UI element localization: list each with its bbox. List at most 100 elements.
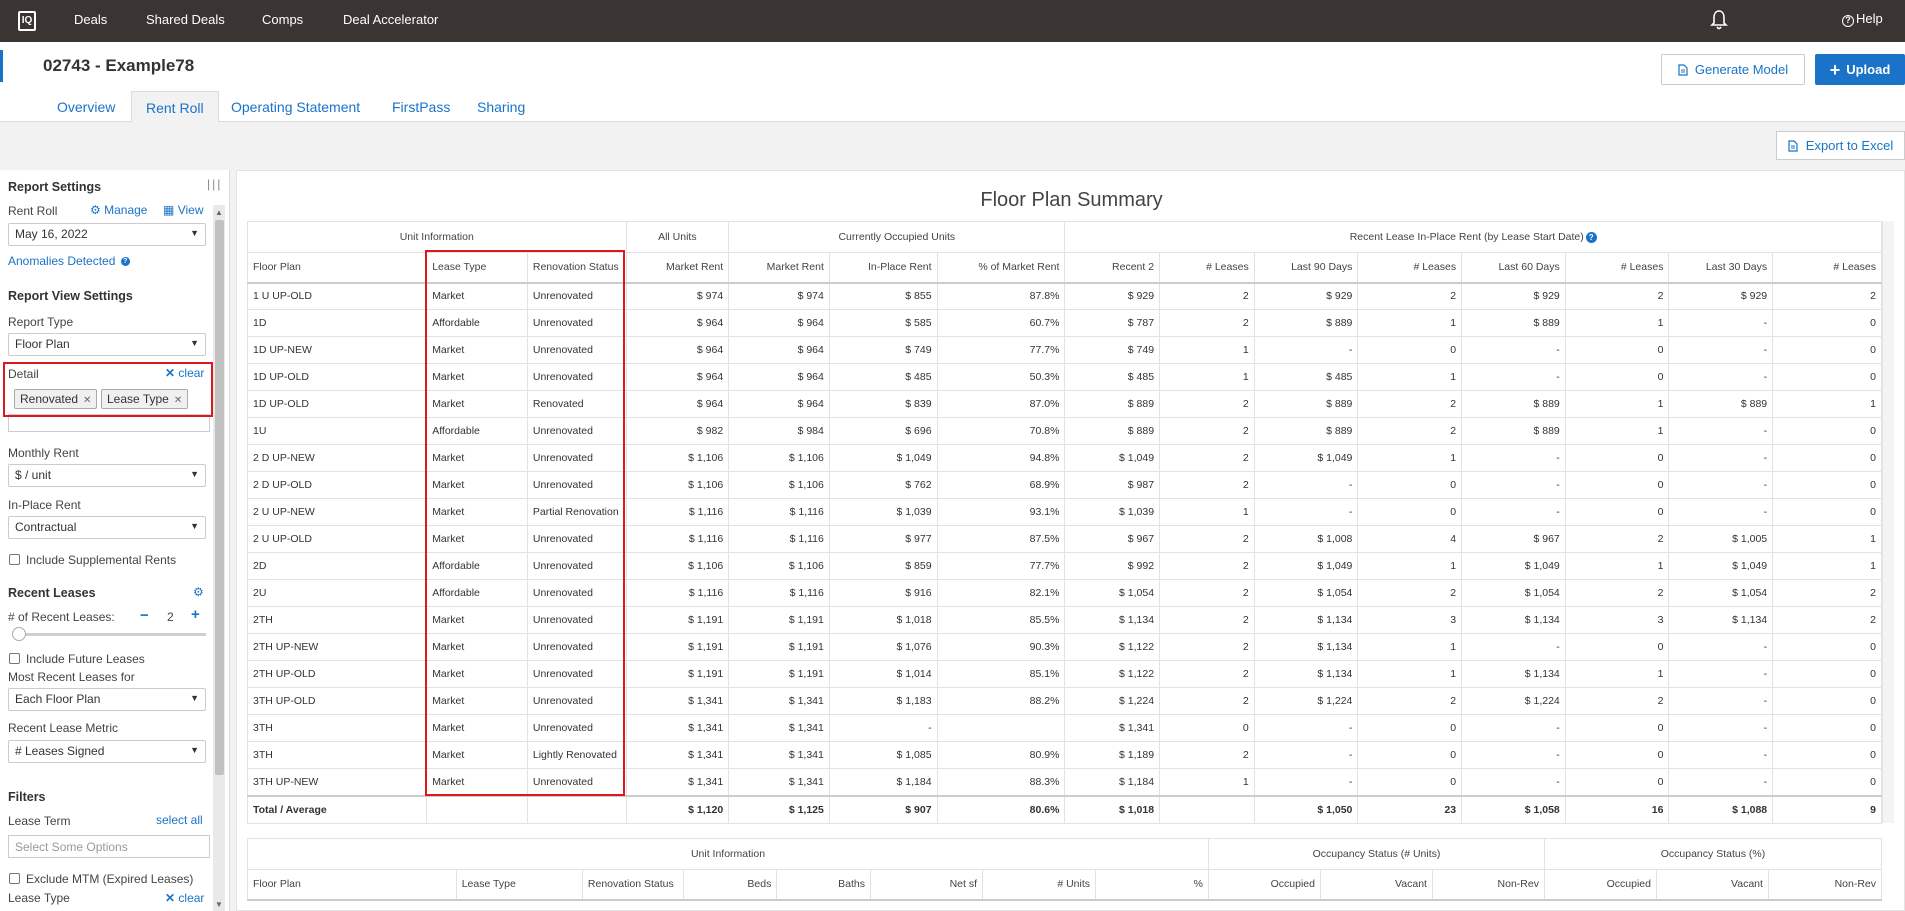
lease-type-clear-link[interactable]: ✕ clear <box>165 891 204 905</box>
include-future-label: Include Future Leases <box>26 652 145 666</box>
occupancy-col-header[interactable]: Baths <box>776 869 872 901</box>
col-last-90-header[interactable]: Last 90 Days <box>1253 252 1359 284</box>
gear-icon[interactable]: ⚙ <box>193 585 204 599</box>
col-last-60-header[interactable]: Last 60 Days <box>1461 252 1566 284</box>
nav-shared-deals[interactable]: Shared Deals <box>146 12 225 27</box>
recent-metric-select[interactable]: # Leases Signed ▼ <box>8 740 206 763</box>
upload-button[interactable]: + Upload <box>1815 54 1905 85</box>
col-floor-plan-cell: 1U <box>246 417 428 445</box>
report-type-select[interactable]: Floor Plan ▼ <box>8 333 206 356</box>
col-inplace-rent-header[interactable]: In-Place Rent <box>828 252 938 284</box>
scroll-down-icon[interactable]: ▼ <box>215 900 223 909</box>
sidebar-scrollbar-thumb[interactable] <box>215 220 224 775</box>
col-leases-cell: 2 <box>1159 282 1255 310</box>
occupancy-col-header[interactable]: Beds <box>682 869 778 901</box>
occupancy-col-header[interactable]: Non-Rev <box>1767 869 1883 901</box>
tab-sharing[interactable]: Sharing <box>463 91 539 123</box>
upload-label: Upload <box>1846 62 1891 77</box>
decrement-button[interactable]: − <box>140 607 149 624</box>
tab-operating-statement[interactable]: Operating Statement <box>217 91 374 123</box>
col-leases-30-cell: 1 <box>1772 525 1882 553</box>
scroll-up-icon[interactable]: ▲ <box>215 208 223 217</box>
col-recent-2-cell: $ 1,224 <box>1064 687 1161 715</box>
inplace-rent-select[interactable]: Contractual ▼ <box>8 516 206 539</box>
detail-tag-renovated[interactable]: Renovated ✕ <box>14 389 98 409</box>
recent-leases-slider-track[interactable] <box>12 633 206 636</box>
col-market-rent-all-cell: $ 1,341 <box>625 768 730 796</box>
col-leases-cell: 2 <box>1159 579 1255 607</box>
include-future-checkbox[interactable] <box>9 653 20 664</box>
generate-model-button[interactable]: Generate Model <box>1661 54 1805 85</box>
plus-icon: + <box>1829 59 1841 80</box>
occupancy-col-header[interactable]: # Units <box>982 869 1096 901</box>
help-link[interactable]: ? Help <box>1842 11 1883 27</box>
nav-comps[interactable]: Comps <box>262 12 303 27</box>
col-leases-30-cell: 0 <box>1772 714 1882 742</box>
col-leases-90-cell: 2 <box>1357 417 1463 445</box>
col-lease-type-header[interactable]: Lease Type <box>426 252 528 284</box>
occupancy-col-header[interactable]: Occupied <box>1543 869 1657 901</box>
nav-deal-accelerator[interactable]: Deal Accelerator <box>343 12 438 27</box>
increment-button[interactable]: + <box>191 606 200 623</box>
collapse-sidebar-icon[interactable]: ||| <box>207 177 222 191</box>
most-recent-for-select[interactable]: Each Floor Plan ▼ <box>8 688 206 711</box>
col-last-30-cell: - <box>1668 363 1774 391</box>
col-market-rent-all-header[interactable]: Market Rent <box>625 252 730 284</box>
col-market-rent-occupied-header[interactable]: Market Rent <box>728 252 830 284</box>
report-type-label: Report Type <box>8 315 74 329</box>
col-last-30-header[interactable]: Last 30 Days <box>1668 252 1774 284</box>
report-view-settings-heading: Report View Settings <box>8 289 133 303</box>
col-last-90-cell: - <box>1253 336 1359 364</box>
col-leases-30-header[interactable]: # Leases <box>1772 252 1882 284</box>
occupancy-col-header[interactable]: Non-Rev <box>1431 869 1545 901</box>
lease-term-input[interactable]: Select Some Options <box>8 835 210 858</box>
col-last-30-cell: - <box>1668 336 1774 364</box>
occupancy-col-header[interactable]: Renovation Status <box>581 869 684 901</box>
col-pct-market-rent-header[interactable]: % of Market Rent <box>936 252 1066 284</box>
tab-firstpass[interactable]: FirstPass <box>378 91 464 123</box>
exclude-mtm-checkbox[interactable] <box>9 873 20 884</box>
bell-icon[interactable] <box>1710 9 1728 31</box>
table-scrollbar[interactable] <box>1882 221 1894 823</box>
remove-tag-icon[interactable]: ✕ <box>83 395 91 406</box>
document-icon <box>1788 139 1798 152</box>
remove-tag-icon[interactable]: ✕ <box>174 395 182 406</box>
include-supplemental-checkbox[interactable] <box>9 554 20 565</box>
col-leases-30-cell: 1 <box>1772 552 1882 580</box>
col-leases-60-header[interactable]: # Leases <box>1564 252 1670 284</box>
col-inplace-rent-cell: $ 585 <box>828 309 938 337</box>
tab-rent-roll[interactable]: Rent Roll <box>131 91 219 123</box>
col-market-rent-all-cell: $ 1,191 <box>625 606 730 634</box>
col-last-90-cell: $ 1,054 <box>1253 579 1359 607</box>
col-last-30-cell: - <box>1668 633 1774 661</box>
clear-label: clear <box>178 891 205 905</box>
recent-metric-label: Recent Lease Metric <box>8 721 119 735</box>
occupancy-col-header[interactable]: Net sf <box>870 869 983 901</box>
info-icon[interactable]: ? <box>1585 232 1597 243</box>
app-logo[interactable]: IQ <box>18 11 36 31</box>
tab-overview[interactable]: Overview <box>43 91 129 123</box>
monthly-rent-select[interactable]: $ / unit ▼ <box>8 464 206 487</box>
rent-roll-date-select[interactable]: May 16, 2022 ▼ <box>8 223 206 246</box>
occupancy-col-header[interactable]: Lease Type <box>455 869 583 901</box>
anomalies-link[interactable]: Anomalies Detected ? <box>8 254 130 268</box>
recent-leases-slider-handle[interactable] <box>12 627 26 641</box>
col-floor-plan-cell: 2 U UP-OLD <box>246 525 428 553</box>
col-recent-2-header[interactable]: Recent 2 <box>1064 252 1161 284</box>
export-excel-button[interactable]: Export to Excel <box>1776 131 1905 160</box>
occupancy-col-header[interactable]: % <box>1095 869 1209 901</box>
col-leases-90-header[interactable]: # Leases <box>1357 252 1463 284</box>
col-market-rent-all-cell: $ 1,116 <box>625 525 730 553</box>
occupancy-col-header[interactable]: Vacant <box>1655 869 1769 901</box>
occupancy-col-header[interactable]: Occupied <box>1208 869 1321 901</box>
view-link[interactable]: ▦ View <box>163 203 203 217</box>
nav-deals[interactable]: Deals <box>74 12 107 27</box>
manage-link[interactable]: ⚙ Manage <box>90 203 147 217</box>
occupancy-col-header[interactable]: Floor Plan <box>247 869 457 901</box>
occupancy-col-header[interactable]: Vacant <box>1319 869 1433 901</box>
col-leases-header[interactable]: # Leases <box>1159 252 1255 284</box>
detail-tag-lease-type[interactable]: Lease Type ✕ <box>101 389 189 409</box>
col-renovation-status-header[interactable]: Renovation Status <box>526 252 627 284</box>
select-all-link[interactable]: select all <box>156 813 203 827</box>
col-floor-plan-header[interactable]: Floor Plan <box>246 252 428 284</box>
